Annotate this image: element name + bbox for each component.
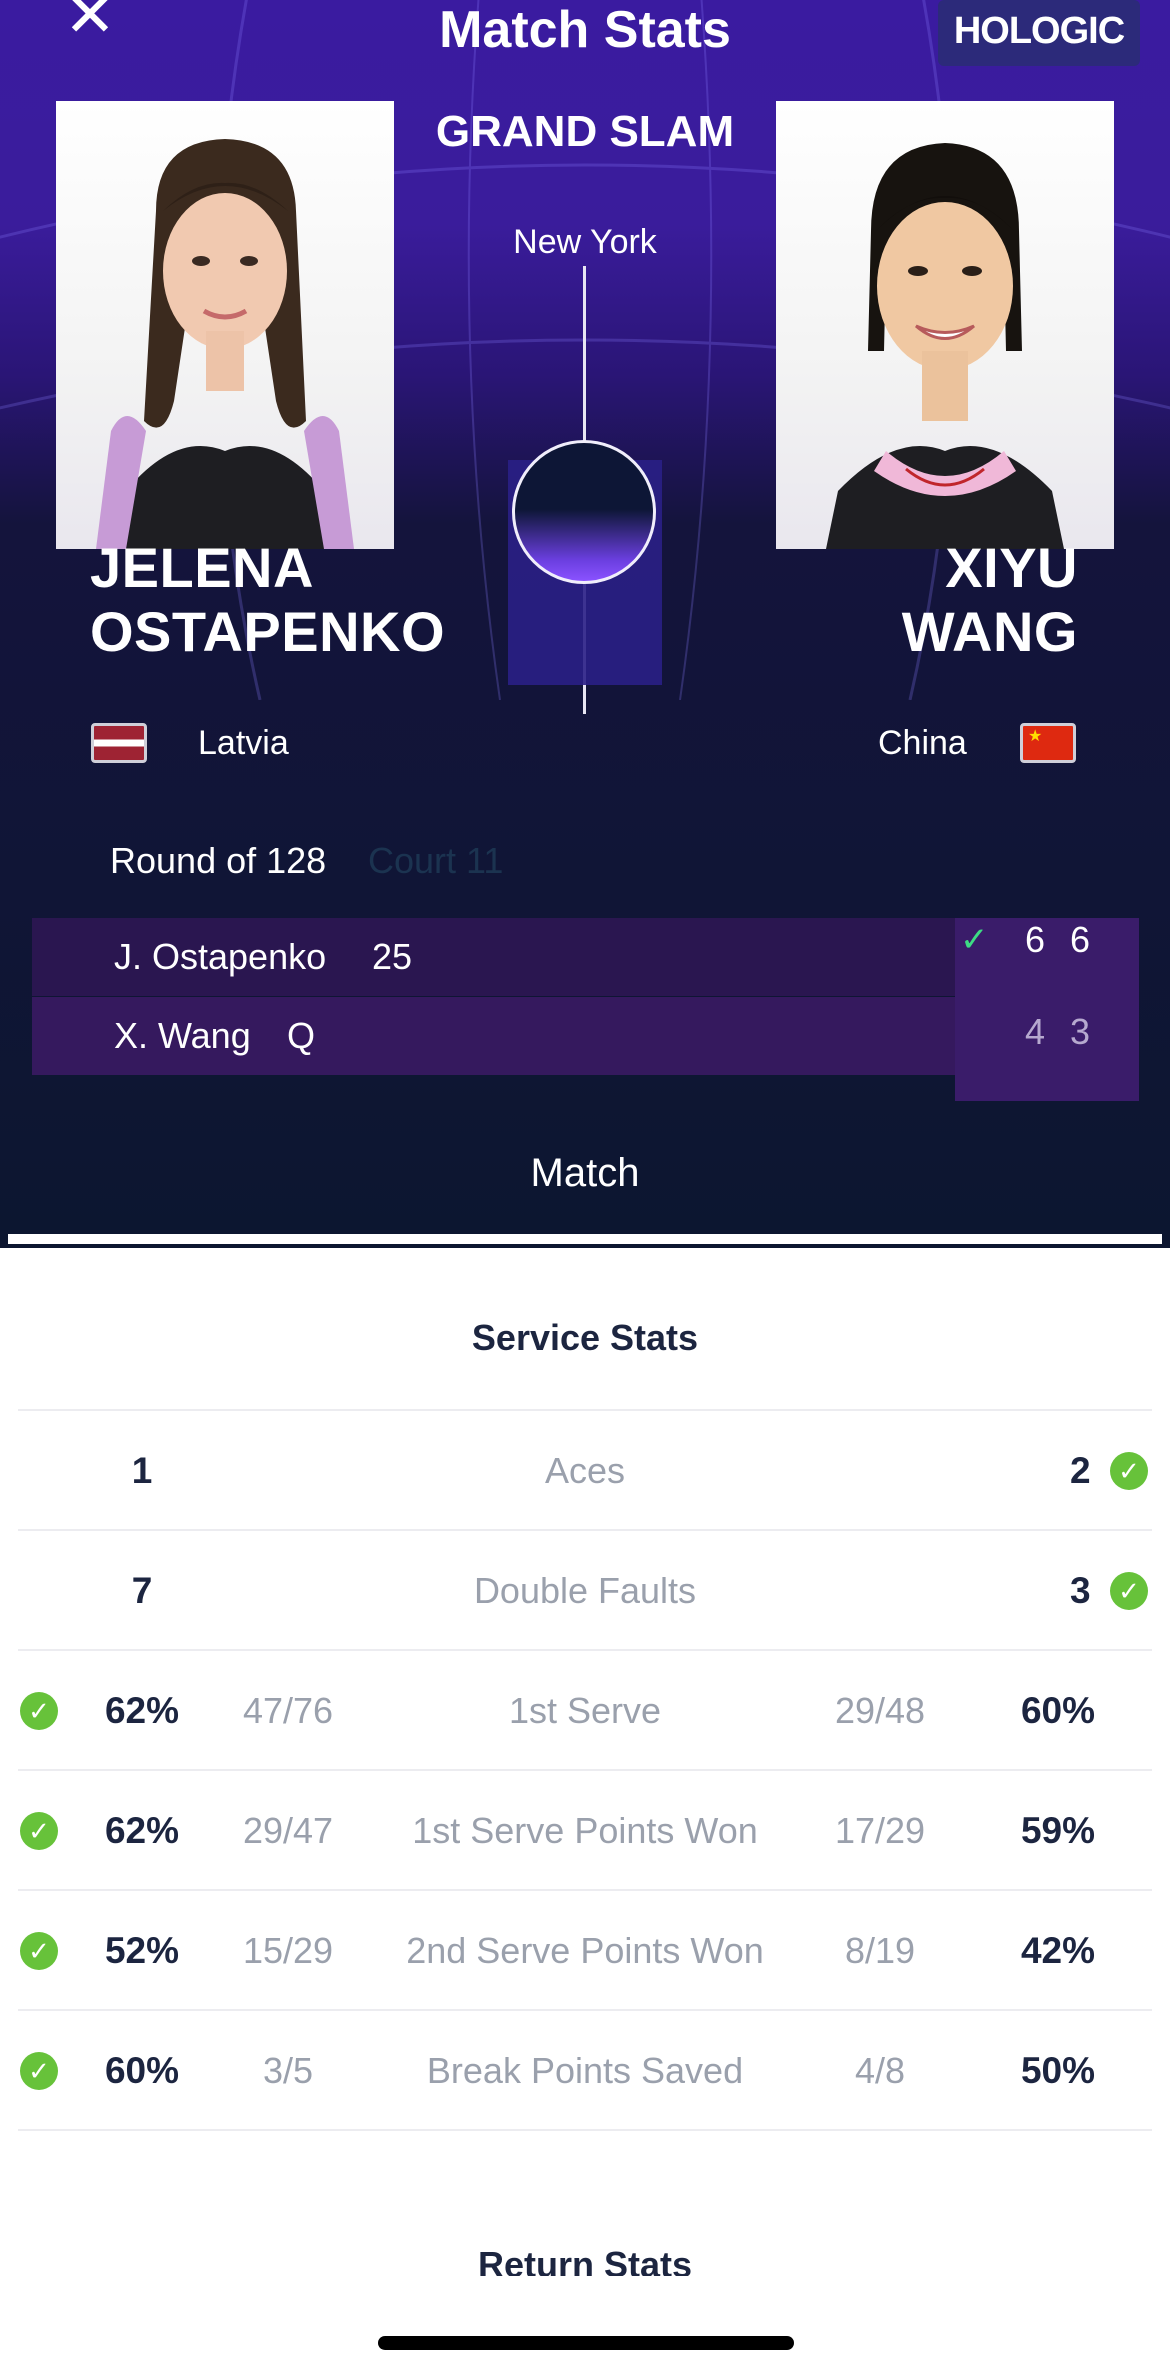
tab-indicator [8, 1234, 1162, 1244]
stat-row-first-serve: ✓ 62% 47/76 1st Serve 29/48 60% [0, 1651, 1170, 1771]
player-name-left: JELENA OSTAPENKO [90, 536, 445, 664]
stat-label: Aces [544, 1450, 626, 1491]
home-indicator[interactable] [378, 2336, 794, 2350]
player-seed: Q [287, 1015, 316, 1056]
latvia-flag-icon [91, 723, 147, 763]
stat-row-first-serve-points-won: ✓ 62% 29/47 1st Serve Points Won 17/29 5… [0, 1771, 1170, 1891]
stat-label: 2nd Serve Points Won [406, 1930, 764, 1971]
section-title-service: Service Stats [471, 1317, 699, 1358]
stat-right-value: 60% [1020, 1690, 1096, 1731]
player-last-name: OSTAPENKO [90, 600, 446, 663]
scoreboard-player-name: J. Ostapenko [114, 936, 327, 977]
center-emblem [512, 440, 656, 584]
player-country-left: Latvia [198, 724, 289, 762]
tab-match[interactable]: Match [0, 1145, 1170, 1201]
check-circle-icon: ✓ [1110, 1452, 1148, 1490]
stat-row-break-points-saved: ✓ 60% 3/5 Break Points Saved 4/8 50% [0, 2011, 1170, 2131]
section-title-return: Return Stats [477, 2244, 693, 2276]
stat-right-fraction: 17/29 [834, 1810, 926, 1851]
stat-right-fraction: 8/19 [844, 1930, 916, 1971]
checkmark-icon: ✓ [960, 921, 989, 959]
china-flag-icon: ★ [1020, 723, 1076, 763]
set-score: 6 [1025, 919, 1046, 960]
player-first-name: JELENA [90, 536, 314, 599]
stat-label: Double Faults [473, 1570, 697, 1611]
stat-row-aces: 1 Aces 2 ✓ [0, 1411, 1170, 1531]
scoreboard-player-name: X. Wang [114, 1015, 251, 1056]
player-last-name: WANG [901, 600, 1078, 663]
stat-label: Break Points Saved [426, 2050, 744, 2091]
player-first-name: XIYU [945, 536, 1078, 599]
stat-right-fraction: 4/8 [854, 2050, 906, 2091]
stat-right-value: 50% [1020, 2050, 1096, 2091]
stat-right-fraction: 29/48 [834, 1690, 926, 1731]
divider [18, 2129, 1152, 2131]
player-name-right: XIYU WANG [902, 536, 1078, 664]
return-stats-header: Return Stats [0, 2240, 1170, 2276]
set-score: 3 [1070, 1011, 1091, 1052]
stat-label: 1st Serve Points Won [412, 1810, 758, 1851]
match-round: Round of 128 [110, 840, 327, 881]
player-photo-left [56, 101, 394, 549]
match-header: ✕ Match Stats HOLOGIC GRAND SLAM New Yor… [0, 0, 1170, 1248]
check-circle-icon: ✓ [1110, 1572, 1148, 1610]
match-court: Court 11 [368, 840, 504, 881]
sponsor-logo: HOLOGIC [938, 0, 1140, 66]
player-seed: 25 [372, 936, 413, 977]
stat-row-double-faults: 7 Double Faults 3 ✓ [0, 1531, 1170, 1651]
stat-right-value: 42% [1020, 1930, 1096, 1971]
set-score: 6 [1070, 919, 1091, 960]
stat-row-second-serve-points-won: ✓ 52% 15/29 2nd Serve Points Won 8/19 42… [0, 1891, 1170, 2011]
event-name: GRAND SLAM [435, 107, 735, 156]
stat-label: 1st Serve [508, 1690, 662, 1731]
event-city: New York [513, 223, 657, 261]
set-score: 4 [1025, 1011, 1046, 1052]
stat-right-value: 59% [1020, 1810, 1096, 1851]
player-photo-right [776, 101, 1114, 549]
player-country-right: China [878, 724, 967, 762]
